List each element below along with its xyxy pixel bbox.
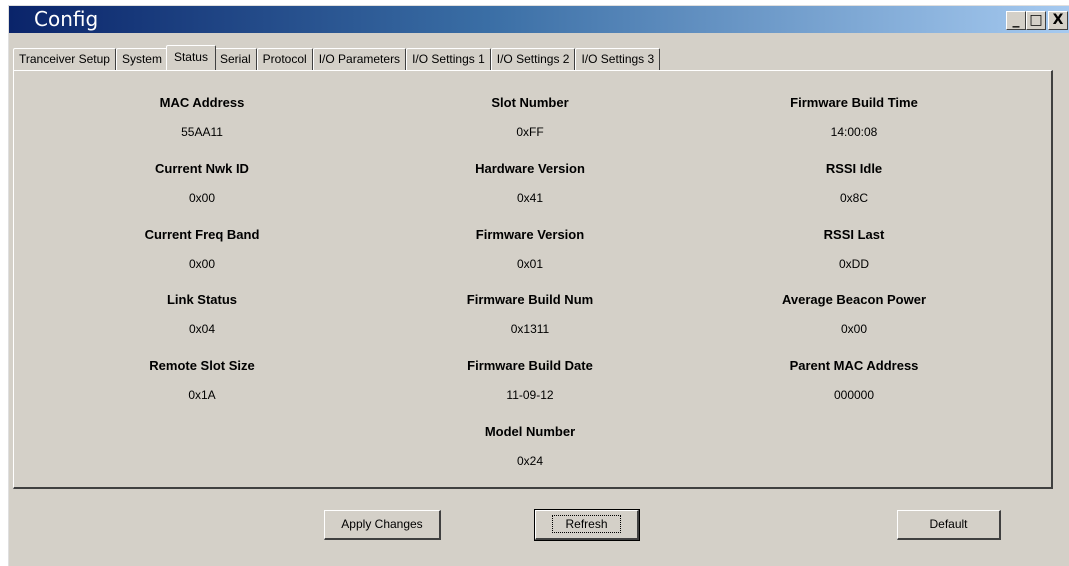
firmware-build-time-field: Firmware Build Time 14:00:08 — [704, 94, 1004, 141]
firmware-build-date-field: Firmware Build Date 11-09-12 — [380, 357, 680, 404]
average-beacon-power-value: 0x00 — [840, 322, 868, 336]
rssi-idle-field: RSSI Idle 0x8C — [704, 160, 1004, 207]
current-nwk-id-field: Current Nwk ID 0x00 — [52, 160, 352, 207]
tab-tranceiver-setup[interactable]: Tranceiver Setup — [13, 48, 116, 70]
current-freq-band-field: Current Freq Band 0x00 — [52, 226, 352, 273]
close-button[interactable]: X — [1048, 11, 1068, 30]
firmware-build-date-value: 11-09-12 — [506, 388, 554, 402]
average-beacon-power-field: Average Beacon Power 0x00 — [704, 291, 1004, 338]
mac-address-label: MAC Address — [159, 95, 245, 110]
refresh-button-label: Refresh — [552, 515, 621, 533]
slot-number-field: Slot Number 0xFF — [380, 94, 680, 141]
model-number-field: Model Number 0x24 — [380, 423, 680, 470]
tab-io-parameters[interactable]: I/O Parameters — [312, 48, 407, 70]
parent-mac-address-value: 000000 — [833, 388, 875, 402]
parent-mac-address-field: Parent MAC Address 000000 — [704, 357, 1004, 404]
hardware-version-label: Hardware Version — [475, 161, 585, 176]
model-number-value: 0x24 — [516, 454, 544, 468]
firmware-build-time-value: 14:00:08 — [830, 125, 878, 139]
firmware-version-field: Firmware Version 0x01 — [380, 226, 680, 273]
firmware-version-label: Firmware Version — [475, 227, 585, 242]
mac-address-value: 55AA11 — [181, 125, 223, 139]
remote-slot-size-field: Remote Slot Size 0x1A — [52, 357, 352, 404]
tab-io-settings-3[interactable]: I/O Settings 3 — [575, 48, 661, 70]
current-freq-band-value: 0x00 — [188, 257, 216, 271]
apply-changes-button[interactable]: Apply Changes — [324, 510, 441, 540]
tab-io-settings-1[interactable]: I/O Settings 1 — [406, 48, 491, 70]
average-beacon-power-label: Average Beacon Power — [781, 292, 927, 307]
link-status-field: Link Status 0x04 — [52, 291, 352, 338]
firmware-version-value: 0x01 — [516, 257, 544, 271]
hardware-version-value: 0x41 — [516, 191, 544, 205]
default-button[interactable]: Default — [897, 510, 1001, 540]
maximize-button[interactable]: □ — [1026, 11, 1046, 30]
tab-strip: Tranceiver Setup System Status Serial Pr… — [13, 45, 661, 70]
rssi-last-label: RSSI Last — [823, 227, 885, 242]
rssi-last-field: RSSI Last 0xDD — [704, 226, 1004, 273]
firmware-build-time-label: Firmware Build Time — [790, 95, 918, 110]
remote-slot-size-label: Remote Slot Size — [149, 358, 255, 373]
firmware-build-num-value: 0x1311 — [510, 322, 550, 336]
current-freq-band-label: Current Freq Band — [144, 227, 260, 242]
window-controls: _ □ X — [1006, 11, 1068, 30]
rssi-last-value: 0xDD — [838, 257, 869, 271]
tab-serial[interactable]: Serial — [213, 48, 257, 70]
slot-number-value: 0xFF — [516, 125, 544, 139]
model-number-label: Model Number — [484, 424, 576, 439]
refresh-button[interactable]: Refresh — [534, 509, 640, 541]
current-nwk-id-label: Current Nwk ID — [155, 161, 249, 176]
slot-number-label: Slot Number — [491, 95, 569, 110]
remote-slot-size-value: 0x1A — [188, 388, 216, 402]
current-nwk-id-value: 0x00 — [188, 191, 216, 205]
parent-mac-address-label: Parent MAC Address — [789, 358, 919, 373]
tab-status[interactable]: Status — [165, 45, 216, 70]
rssi-idle-label: RSSI Idle — [825, 161, 883, 176]
hardware-version-field: Hardware Version 0x41 — [380, 160, 680, 207]
tab-system[interactable]: System — [115, 48, 168, 70]
link-status-value: 0x04 — [188, 322, 216, 336]
status-panel: MAC Address 55AA11 Current Nwk ID 0x00 C… — [13, 70, 1053, 489]
firmware-build-date-label: Firmware Build Date — [467, 358, 593, 373]
mac-address-field: MAC Address 55AA11 — [52, 94, 352, 141]
firmware-build-num-label: Firmware Build Num — [466, 292, 594, 307]
tab-protocol[interactable]: Protocol — [256, 48, 313, 70]
link-status-label: Link Status — [166, 292, 238, 307]
window-title: Config — [34, 7, 99, 31]
title-bar[interactable]: Config _ □ X — [9, 6, 1069, 33]
tab-io-settings-2[interactable]: I/O Settings 2 — [490, 48, 576, 70]
minimize-button[interactable]: _ — [1006, 11, 1026, 30]
firmware-build-num-field: Firmware Build Num 0x1311 — [380, 291, 680, 338]
rssi-idle-value: 0x8C — [839, 191, 868, 205]
